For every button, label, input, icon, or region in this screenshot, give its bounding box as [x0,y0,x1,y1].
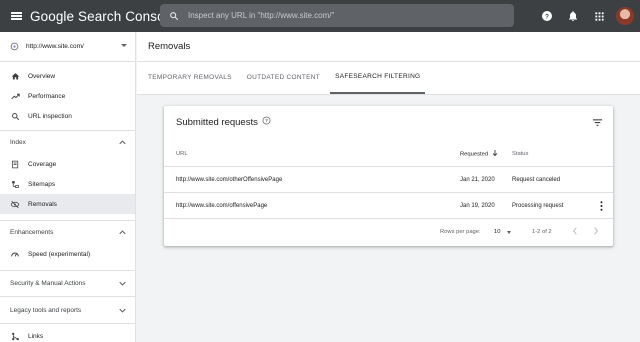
tab-temporary-removals[interactable]: TEMPORARY REMOVALS [143,61,237,94]
table-row[interactable]: http://www.site.com/offensivePage Jan 19… [164,193,613,219]
sidebar-item-label: Removals [28,200,57,208]
rows-per-page-select[interactable]: 10 [494,229,512,235]
chevron-down-icon [119,281,126,288]
search-input[interactable] [188,11,488,20]
sidebar-item-label: Speed (experimental) [28,250,91,258]
links-icon [10,332,20,342]
row-url: http://www.site.com/offensivePage [176,202,268,209]
menu-icon[interactable] [0,0,32,32]
tab-outdated-content[interactable]: OUTDATED CONTENT [242,61,325,94]
sidebar: http://www.site.com/ Overview Performanc… [0,32,136,342]
main-content: Removals TEMPORARY REMOVALS OUTDATED CON… [137,32,640,342]
chevron-right-icon[interactable] [593,227,599,237]
search-icon [10,111,20,121]
sidebar-item-overview[interactable]: Overview [0,66,135,86]
row-url: http://www.site.com/otherOffensivePage [176,176,283,183]
sidebar-item-coverage[interactable]: Coverage [0,154,135,174]
top-app-bar: Google Search Console ? [0,0,640,32]
table-header: URL Requested Status [164,142,613,167]
home-icon [10,71,20,81]
property-selector[interactable]: http://www.site.com/ [0,32,135,62]
column-url: URL [176,151,188,157]
row-status: Processing request [512,202,564,209]
sidebar-item-label: Overview [28,72,56,80]
sitemap-icon [10,179,20,189]
coverage-icon [10,159,20,169]
chevron-down-icon [119,308,126,315]
search-icon [160,11,188,21]
section-label: Index [10,139,26,146]
sidebar-section-security[interactable]: Security & Manual Actions [0,270,135,296]
column-status: Status [512,151,529,157]
property-icon [10,38,19,56]
sidebar-item-url-inspection[interactable]: URL inspection [0,106,135,126]
sidebar-item-label: Performance [28,92,66,100]
sidebar-item-label: Sitemaps [28,180,56,188]
section-label: Enhancements [10,229,54,236]
row-requested: Jan 21, 2020 [460,176,495,183]
row-requested: Jan 19, 2020 [460,202,495,209]
speed-icon [10,249,20,259]
card-title: Submitted requests [176,116,258,128]
submitted-requests-card: Submitted requests ? URL Requested Statu… [164,106,613,246]
more-vert-icon[interactable] [597,200,605,212]
sidebar-item-removals[interactable]: Removals [0,194,135,214]
page-title: Removals [137,32,640,62]
notifications-icon[interactable] [560,0,586,32]
sidebar-section-legacy[interactable]: Legacy tools and reports [0,296,135,323]
sidebar-item-links[interactable]: Links [0,323,135,342]
column-requested[interactable]: Requested [460,150,498,159]
tab-safesearch-filtering[interactable]: SAFESEARCH FILTERING [330,61,426,94]
sidebar-item-label: Coverage [28,160,57,168]
visibility-off-icon [10,199,20,209]
removal-tabs: TEMPORARY REMOVALS OUTDATED CONTENT SAFE… [137,62,640,95]
sidebar-item-sitemaps[interactable]: Sitemaps [0,174,135,194]
column-requested-label: Requested [460,151,489,157]
table-pagination: Rows per page: 10 1-2 of 2 [164,219,613,245]
apps-grid-icon[interactable] [586,0,612,32]
filter-icon[interactable] [591,116,603,128]
property-name: http://www.site.com/ [26,43,84,50]
help-outline-icon[interactable]: ? [262,116,271,128]
chevron-up-icon [119,140,126,147]
url-inspection-search[interactable] [160,4,514,27]
table-row[interactable]: http://www.site.com/otherOffensivePage J… [164,167,613,193]
rows-per-page-value: 10 [494,229,501,235]
pagination-range: 1-2 of 2 [532,229,552,235]
section-label: Security & Manual Actions [10,280,86,287]
sidebar-item-performance[interactable]: Performance [0,86,135,106]
sidebar-section-index[interactable]: Index [0,130,135,154]
chevron-up-icon [119,230,126,237]
account-avatar[interactable] [616,7,634,25]
svg-text:?: ? [265,118,268,123]
rows-per-page-label: Rows per page: [440,229,481,235]
trending-up-icon [10,91,20,101]
sidebar-item-speed[interactable]: Speed (experimental) [0,244,135,264]
chevron-left-icon[interactable] [572,227,578,237]
sidebar-item-label: Links [28,333,44,340]
app-title[interactable]: Google Search Console [30,9,175,24]
chevron-down-icon [121,44,127,47]
sidebar-section-enhancements[interactable]: Enhancements [0,220,135,244]
help-icon[interactable]: ? [534,0,560,32]
arrow-downward-icon [492,150,498,159]
section-label: Legacy tools and reports [10,306,82,314]
svg-text:?: ? [545,13,549,20]
row-status: Request canceled [512,176,561,183]
sidebar-item-label: URL inspection [28,112,72,120]
dropdown-arrow-icon [507,230,512,234]
